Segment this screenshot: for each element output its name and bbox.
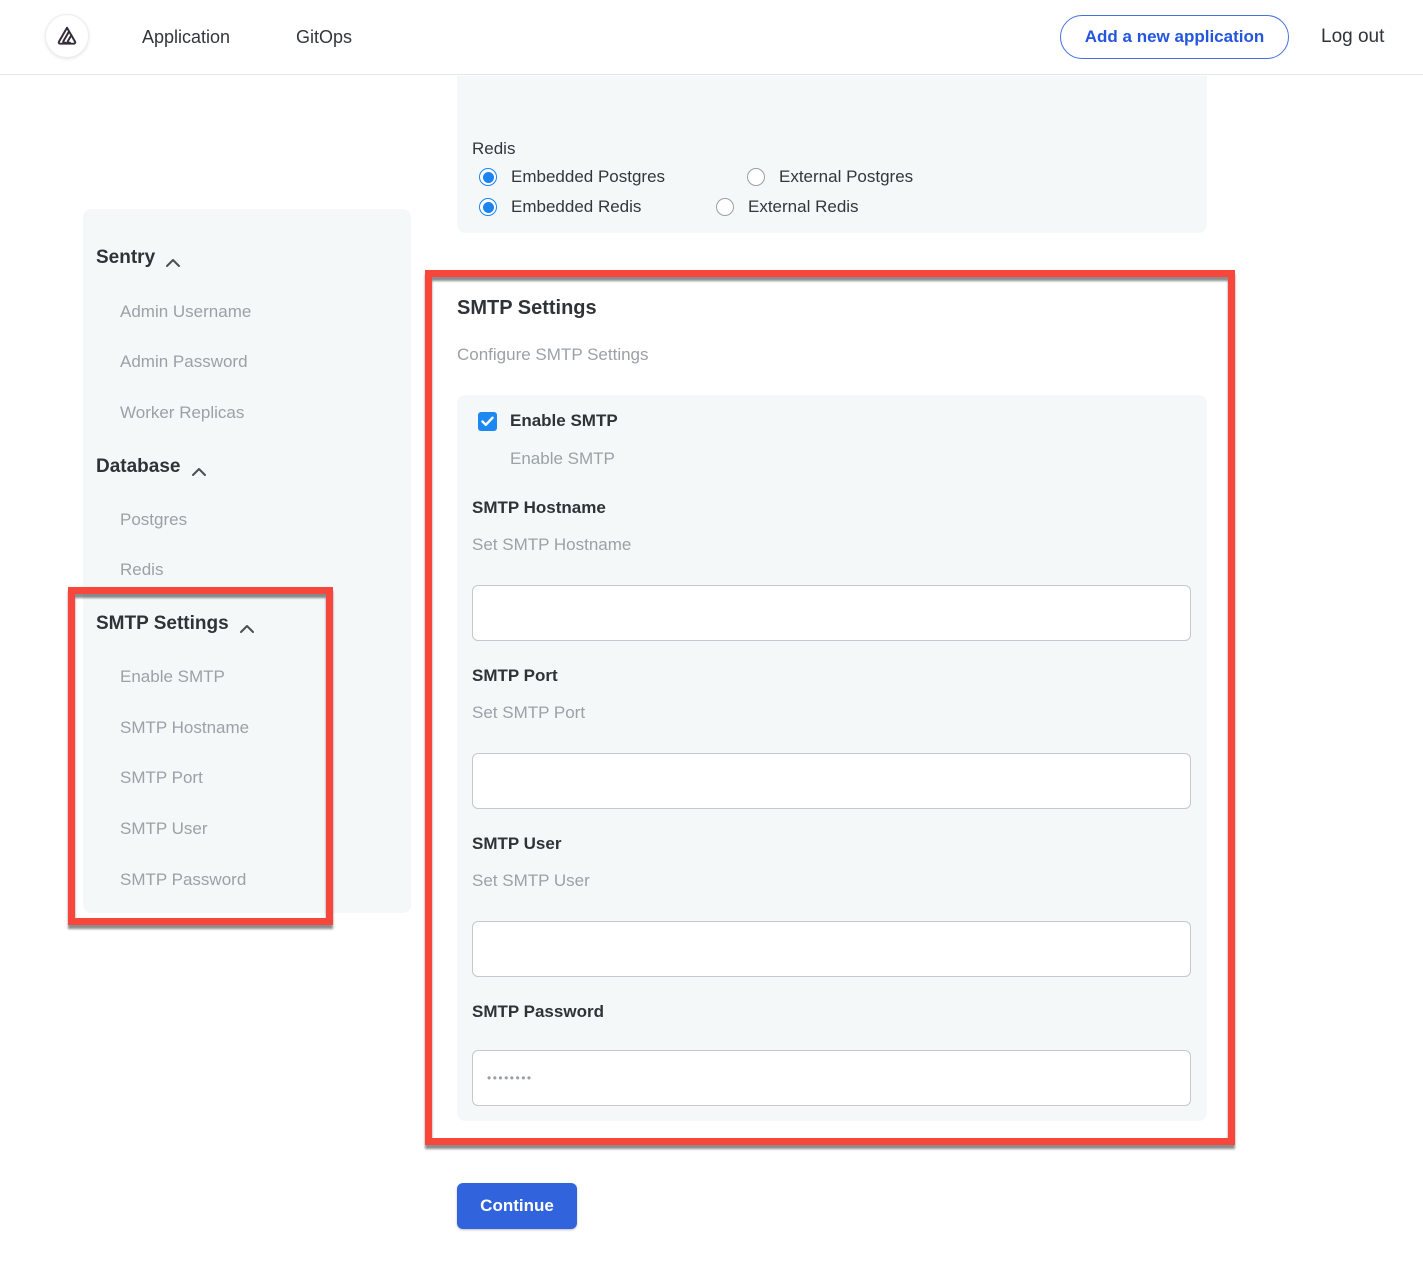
enable-smtp-help: Enable SMTP (510, 449, 615, 469)
smtp-user-input[interactable] (472, 921, 1191, 977)
redis-group-label: Redis (472, 139, 515, 159)
sidebar-item-smtp-user[interactable]: SMTP User (120, 819, 208, 839)
smtp-hostname-input[interactable] (472, 585, 1191, 641)
sidebar-item-admin-password[interactable]: Admin Password (120, 352, 248, 372)
sidebar-group-sentry[interactable]: Sentry (96, 247, 180, 269)
smtp-user-label: SMTP User (472, 834, 561, 854)
smtp-section-subtitle: Configure SMTP Settings (457, 345, 649, 365)
app-logo[interactable] (45, 14, 89, 58)
sidebar-item-redis[interactable]: Redis (120, 560, 163, 580)
chevron-up-icon (239, 619, 254, 630)
smtp-form-panel: Enable SMTP Enable SMTP SMTP Hostname Se… (457, 395, 1207, 1121)
config-nav-sidebar: Sentry Admin Username Admin Password Wor… (83, 209, 411, 913)
chevron-up-icon (165, 253, 180, 264)
sidebar-item-smtp-hostname[interactable]: SMTP Hostname (120, 718, 249, 738)
smtp-port-label: SMTP Port (472, 666, 558, 686)
config-page: Application GitOps Add a new application… (0, 0, 1423, 1270)
radio-label: External Postgres (779, 167, 913, 187)
top-nav: Application GitOps Add a new application… (0, 0, 1423, 75)
check-icon (481, 416, 494, 427)
sidebar-item-enable-smtp[interactable]: Enable SMTP (120, 667, 225, 687)
continue-button[interactable]: Continue (457, 1183, 577, 1229)
nav-tab-application[interactable]: Application (142, 0, 230, 74)
smtp-password-input[interactable] (472, 1050, 1191, 1106)
sidebar-group-title: Database (96, 456, 181, 478)
chevron-up-icon (191, 462, 206, 473)
radio-selected-icon (479, 198, 497, 216)
sidebar-item-postgres[interactable]: Postgres (120, 510, 187, 530)
radio-embedded-redis[interactable]: Embedded Redis (479, 197, 641, 217)
enable-smtp-checkbox[interactable] (478, 412, 497, 431)
sidebar-group-title: SMTP Settings (96, 613, 229, 635)
smtp-port-help: Set SMTP Port (472, 703, 585, 723)
sidebar-item-worker-replicas[interactable]: Worker Replicas (120, 403, 244, 423)
smtp-password-label: SMTP Password (472, 1002, 604, 1022)
sidebar-group-smtp-settings[interactable]: SMTP Settings (96, 613, 254, 635)
sidebar-item-smtp-password[interactable]: SMTP Password (120, 870, 246, 890)
smtp-port-input[interactable] (472, 753, 1191, 809)
enable-smtp-label: Enable SMTP (510, 411, 618, 431)
sidebar-item-admin-username[interactable]: Admin Username (120, 302, 251, 322)
radio-embedded-postgres[interactable]: Embedded Postgres (479, 167, 665, 187)
add-new-application-button[interactable]: Add a new application (1060, 15, 1289, 59)
database-config-panel: Embedded Postgres External Postgres Redi… (457, 76, 1207, 233)
smtp-hostname-label: SMTP Hostname (472, 498, 606, 518)
radio-unselected-icon (747, 168, 765, 186)
sentry-logo-icon (54, 24, 80, 49)
sidebar-item-smtp-port[interactable]: SMTP Port (120, 768, 203, 788)
sidebar-group-database[interactable]: Database (96, 456, 206, 478)
smtp-section-title: SMTP Settings (457, 297, 597, 320)
sidebar-group-title: Sentry (96, 247, 155, 269)
radio-unselected-icon (716, 198, 734, 216)
smtp-hostname-help: Set SMTP Hostname (472, 535, 631, 555)
radio-external-postgres[interactable]: External Postgres (747, 167, 913, 187)
radio-selected-icon (479, 168, 497, 186)
radio-label: Embedded Postgres (511, 167, 665, 187)
nav-tab-gitops[interactable]: GitOps (296, 0, 352, 74)
smtp-user-help: Set SMTP User (472, 871, 590, 891)
radio-label: Embedded Redis (511, 197, 641, 217)
radio-label: External Redis (748, 197, 859, 217)
logout-link[interactable]: Log out (1321, 0, 1384, 74)
radio-external-redis[interactable]: External Redis (716, 197, 859, 217)
